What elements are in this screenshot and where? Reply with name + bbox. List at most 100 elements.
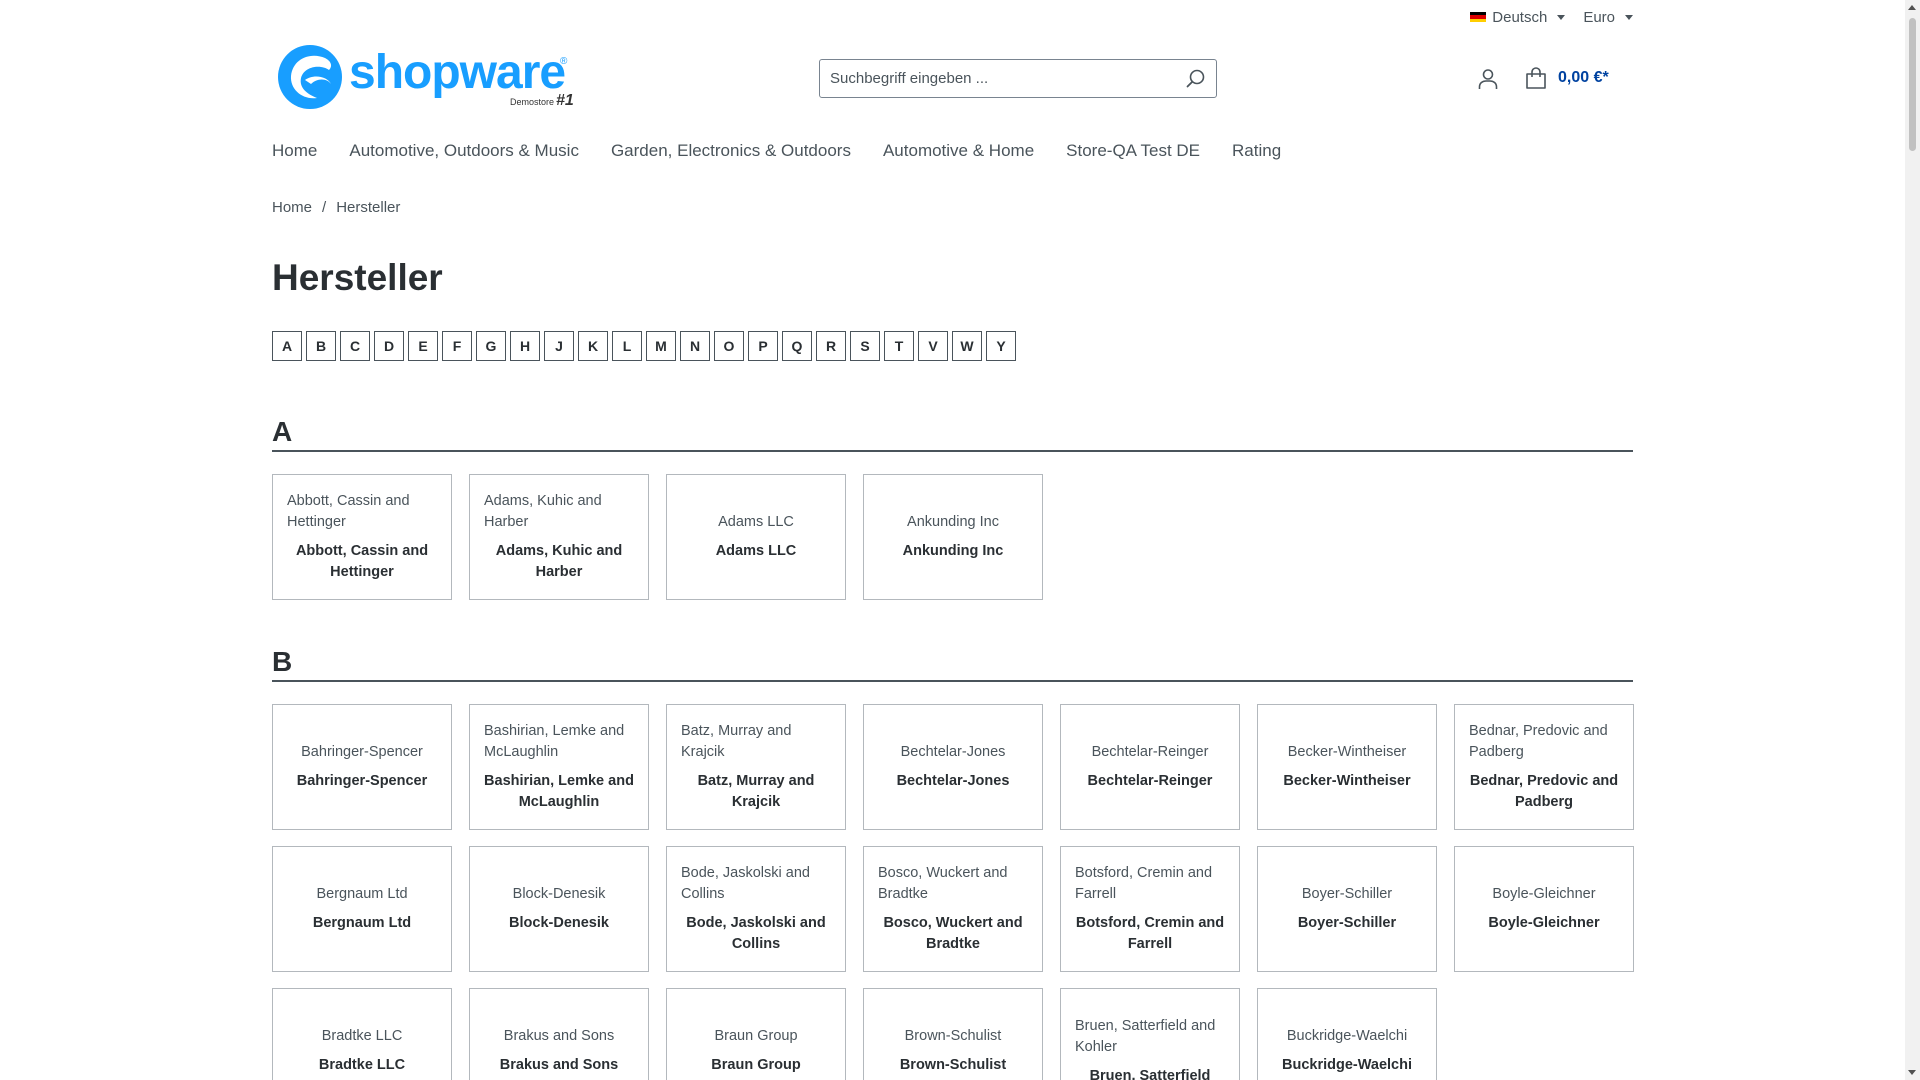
main-navigation: Home Automotive, Outdoors & Music Garden… [272, 141, 1281, 161]
manufacturer-logo: Bergnaum Ltd [316, 886, 408, 902]
shopware-logo[interactable]: shopware ® Demostore #1 [277, 42, 574, 112]
manufacturer-name: Boyle-Gleichner [1488, 915, 1600, 931]
manufacturer-logo: Bechtelar-Jones [900, 744, 1006, 760]
manufacturer-name: Bosco, Wuckert and Bradtke [883, 915, 1023, 952]
letter-filter-d[interactable]: D [374, 331, 404, 361]
nav-item-automotive-outdoors-music[interactable]: Automotive, Outdoors & Music [349, 141, 579, 161]
letter-filter-h[interactable]: H [510, 331, 540, 361]
manufacturer-name: Bruen, Satterfield [1089, 1067, 1211, 1080]
manufacturer-card[interactable]: Bruen, Satterfield and Kohler Bruen, Satt… [1060, 988, 1240, 1080]
search-button[interactable] [1176, 60, 1216, 97]
manufacturer-name: Bechtelar-Reinger [1087, 773, 1213, 789]
letter-filter-f[interactable]: F [442, 331, 472, 361]
manufacturer-logo: Bruen, Satterfield and Kohler [1075, 1017, 1216, 1055]
nav-item-store-qa-test-de[interactable]: Store-QA Test DE [1066, 141, 1200, 161]
manufacturer-card[interactable]: Block-Denesik Block-Denesik [469, 846, 649, 972]
nav-item-home[interactable]: Home [272, 141, 317, 161]
manufacturer-logo: Block-Denesik [512, 886, 606, 902]
nav-item-garden-electronics-outdoors[interactable]: Garden, Electronics & Outdoors [611, 141, 851, 161]
alphabet-filter: ABCDEFGHJKLMNOPQRSTVWY [272, 331, 1016, 361]
nav-item-rating[interactable]: Rating [1232, 141, 1281, 161]
manufacturer-card[interactable]: Bergnaum Ltd Bergnaum Ltd [272, 846, 452, 972]
manufacturer-name: Boyer-Schiller [1297, 915, 1397, 931]
letter-filter-o[interactable]: O [714, 331, 744, 361]
manufacturer-logo: Bechtelar-Reinger [1091, 744, 1209, 760]
manufacturer-card[interactable]: Bashirian, Lemke and McLaughlin Bashirian… [469, 704, 649, 830]
page-scrollbar[interactable] [1905, 0, 1920, 1080]
manufacturer-card[interactable]: Adams LLC Adams LLC [666, 474, 846, 600]
manufacturer-card[interactable]: Brown-Schulist Brown-Schulist [863, 988, 1043, 1080]
manufacturer-name: Block-Denesik [509, 915, 609, 931]
manufacturer-grid-b: Bahringer-Spencer Bahringer-Spencer Bashir… [272, 704, 1634, 1080]
manufacturer-card[interactable]: Bode, Jaskolski and Collins Bode, Jaskols… [666, 846, 846, 972]
manufacturer-card[interactable]: Abbott, Cassin and Hettinger Abbott, Cass… [272, 474, 452, 600]
letter-filter-s[interactable]: S [850, 331, 880, 361]
manufacturer-logo: Boyle-Gleichner [1492, 886, 1596, 902]
cart-button[interactable]: 0,00 €* [1524, 66, 1609, 90]
manufacturer-name: Brakus and Sons [499, 1057, 619, 1073]
currency-label: Euro [1583, 8, 1615, 26]
manufacturer-card[interactable]: Bradtke LLC Bradtke LLC [272, 988, 452, 1080]
manufacturer-card[interactable]: Buckridge-Waelchi Buckridge-Waelchi [1257, 988, 1437, 1080]
manufacturer-name: Adams, Kuhic and Harber [495, 543, 623, 580]
manufacturer-name: Adams LLC [715, 543, 797, 559]
manufacturer-card[interactable]: Botsford, Cremin and Farrell Botsford, Cr… [1060, 846, 1240, 972]
letter-filter-r[interactable]: R [816, 331, 846, 361]
letter-filter-k[interactable]: K [578, 331, 608, 361]
scroll-down-arrow-icon[interactable] [1908, 1070, 1916, 1075]
language-dropdown[interactable]: Deutsch [1470, 8, 1566, 26]
letter-filter-e[interactable]: E [408, 331, 438, 361]
section-heading-b: B [272, 646, 1633, 682]
letter-filter-l[interactable]: L [612, 331, 642, 361]
manufacturer-card[interactable]: Bosco, Wuckert and Bradtke Bosco, Wuckert… [863, 846, 1043, 972]
letter-filter-v[interactable]: V [918, 331, 948, 361]
manufacturer-card[interactable]: Batz, Murray and Krajcik Batz, Murray and… [666, 704, 846, 830]
scroll-up-arrow-icon[interactable] [1908, 5, 1916, 10]
manufacturer-card[interactable]: Bechtelar-Reinger Bechtelar-Reinger [1060, 704, 1240, 830]
letter-filter-a[interactable]: A [272, 331, 302, 361]
manufacturer-name: Bednar, Predovic and Padberg [1469, 773, 1619, 810]
manufacturer-card[interactable]: Boyle-Gleichner Boyle-Gleichner [1454, 846, 1634, 972]
manufacturer-logo: Bode, Jaskolski and Collins [681, 865, 810, 902]
manufacturer-card[interactable]: Boyer-Schiller Boyer-Schiller [1257, 846, 1437, 972]
letter-filter-j[interactable]: J [544, 331, 574, 361]
letter-filter-t[interactable]: T [884, 331, 914, 361]
manufacturer-card[interactable]: Ankunding Inc Ankunding Inc [863, 474, 1043, 600]
manufacturer-logo: Braun Group [714, 1028, 798, 1044]
letter-filter-g[interactable]: G [476, 331, 506, 361]
manufacturer-card[interactable]: Braun Group Braun Group [666, 988, 846, 1080]
scrollbar-thumb[interactable] [1909, 18, 1916, 151]
search-box [819, 59, 1217, 98]
page-title: Hersteller [272, 257, 443, 298]
manufacturer-card[interactable]: Bednar, Predovic and Padberg Bednar, Pred… [1454, 704, 1634, 830]
account-button[interactable] [1476, 67, 1500, 91]
letter-filter-q[interactable]: Q [782, 331, 812, 361]
letter-filter-y[interactable]: Y [986, 331, 1016, 361]
german-flag-icon [1470, 11, 1487, 23]
manufacturer-card[interactable]: Bahringer-Spencer Bahringer-Spencer [272, 704, 452, 830]
letter-filter-p[interactable]: P [748, 331, 778, 361]
manufacturer-name: Bradtke LLC [318, 1057, 406, 1073]
shopping-bag-icon [1526, 67, 1546, 89]
registered-mark: ® [560, 56, 568, 67]
manufacturer-card[interactable]: Becker-Wintheiser Becker-Wintheiser [1257, 704, 1437, 830]
page: Deutsch Euro shopware ® Demostore #1 Suc… [0, 0, 1905, 1080]
search-input[interactable] [820, 60, 1176, 97]
manufacturer-logo: Bradtke LLC [321, 1028, 403, 1044]
manufacturer-card[interactable]: Adams, Kuhic and Harber Adams, Kuhic and … [469, 474, 649, 600]
letter-filter-m[interactable]: M [646, 331, 676, 361]
nav-item-automotive-home[interactable]: Automotive & Home [883, 141, 1034, 161]
letter-filter-w[interactable]: W [952, 331, 982, 361]
letter-filter-n[interactable]: N [680, 331, 710, 361]
language-label: Deutsch [1492, 8, 1548, 26]
manufacturer-logo: Bashirian, Lemke and McLaughlin [484, 723, 625, 760]
manufacturer-logo: Buckridge-Waelchi [1286, 1028, 1408, 1044]
breadcrumb-separator: / [322, 199, 327, 216]
manufacturer-card[interactable]: Bechtelar-Jones Bechtelar-Jones [863, 704, 1043, 830]
currency-dropdown[interactable]: Euro [1583, 9, 1633, 26]
letter-filter-c[interactable]: C [340, 331, 370, 361]
breadcrumb-home[interactable]: Home [272, 199, 312, 216]
manufacturer-card[interactable]: Brakus and Sons Brakus and Sons [469, 988, 649, 1080]
letter-filter-b[interactable]: B [306, 331, 336, 361]
manufacturer-logo: Abbott, Cassin and Hettinger [287, 493, 410, 530]
